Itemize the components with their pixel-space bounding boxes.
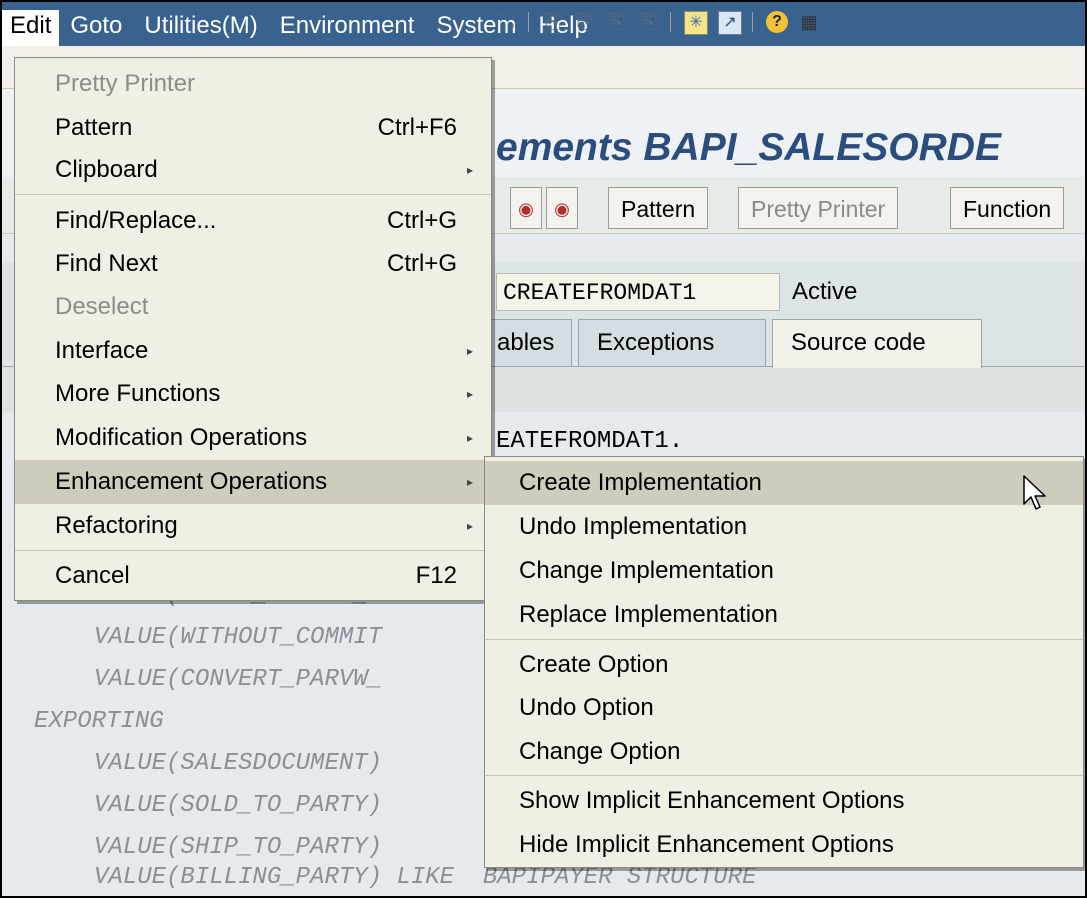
menu-item-find-replace[interactable]: Find/Replace... Ctrl+G — [15, 199, 491, 243]
submenu-arrow-icon: ▸ — [466, 387, 473, 401]
menu-item-create-implementation[interactable]: Create Implementation — [485, 461, 1083, 505]
code-line: VALUE(WITHOUT_COMMIT — [94, 624, 383, 651]
function-module-field[interactable]: CREATEFROMDAT1 — [496, 273, 780, 311]
menu-separator — [485, 775, 1083, 776]
pretty-printer-button[interactable]: Pretty Printer — [738, 187, 899, 229]
menu-item-change-option[interactable]: Change Option — [485, 730, 1083, 774]
menu-separator — [15, 550, 491, 551]
toolbar-separator — [528, 12, 529, 32]
menu-item-undo-implementation[interactable]: Undo Implementation — [485, 505, 1083, 549]
menu-item-interface[interactable]: Interface ▸ — [15, 329, 491, 373]
find-icon[interactable]: ⛶ — [496, 11, 518, 33]
where-used-icon[interactable]: ◉ — [546, 187, 578, 229]
submenu-arrow-icon: ▸ — [466, 163, 473, 177]
menu-separator — [485, 639, 1083, 640]
code-line: VALUE(SOLD_TO_PARTY) — [94, 792, 383, 819]
edit-menu: Pretty Printer Pattern Ctrl+F6 Clipboard… — [14, 57, 492, 601]
code-line: VALUE(SALESDOCUMENT) — [94, 750, 383, 777]
tab-exceptions[interactable]: Exceptions — [578, 319, 766, 367]
status-label: Active — [792, 278, 858, 305]
menu-environment[interactable]: Environment — [269, 10, 426, 46]
menu-edit[interactable]: Edit — [2, 10, 60, 46]
pattern-button[interactable]: Pattern — [608, 187, 709, 229]
toolbar-separator — [752, 12, 753, 32]
toolbar-separator — [670, 12, 671, 32]
menu-item-replace-implementation[interactable]: Replace Implementation — [485, 593, 1083, 637]
menu-item-deselect[interactable]: Deselect — [15, 285, 491, 329]
menu-item-change-implementation[interactable]: Change Implementation — [485, 549, 1083, 593]
submenu-arrow-icon: ▸ — [466, 431, 473, 445]
tab-source-code[interactable]: Source code — [772, 319, 982, 368]
menu-item-refactoring[interactable]: Refactoring ▸ — [15, 504, 491, 548]
menu-item-more-functions[interactable]: More Functions ▸ — [15, 372, 491, 416]
mouse-cursor-icon — [1023, 475, 1046, 510]
sap-window: Edit Goto Utilities(M) Environment Syste… — [0, 0, 1087, 898]
next-page-icon[interactable]: ⎘ — [606, 11, 628, 33]
code-line: VALUE(SHIP_TO_PARTY) — [94, 834, 383, 861]
menu-item-undo-option[interactable]: Undo Option — [485, 686, 1083, 730]
menu-item-find-next[interactable]: Find Next Ctrl+G — [15, 242, 491, 286]
menu-item-pattern[interactable]: Pattern Ctrl+F6 — [15, 106, 491, 150]
menu-separator — [15, 194, 491, 195]
function-button[interactable]: Function — [950, 187, 1065, 229]
enhancement-operations-submenu: Create Implementation Undo Implementatio… — [484, 456, 1084, 868]
help-icon[interactable]: ? — [766, 11, 788, 33]
menu-item-clipboard[interactable]: Clipboard ▸ — [15, 148, 491, 192]
first-page-icon[interactable]: ⎘ — [542, 11, 564, 33]
menu-item-enhancement-operations[interactable]: Enhancement Operations ▸ — [15, 460, 491, 504]
display-object-list-icon[interactable]: ◉ — [510, 187, 542, 229]
submenu-arrow-icon: ▸ — [466, 475, 473, 489]
code-line: VALUE(CONVERT_PARVW_ — [94, 666, 383, 693]
layout-menu-icon[interactable]: ▦ — [798, 11, 820, 33]
submenu-arrow-icon: ▸ — [466, 519, 473, 533]
menu-item-modification-operations[interactable]: Modification Operations ▸ — [15, 416, 491, 460]
new-session-icon[interactable]: ✳ — [684, 11, 708, 35]
menu-item-show-implicit-enhancement-options[interactable]: Show Implicit Enhancement Options — [485, 779, 1083, 823]
code-line: EATEFROMDAT1. — [496, 428, 684, 455]
menu-item-cancel[interactable]: Cancel F12 — [15, 554, 491, 598]
menu-item-pretty-printer[interactable]: Pretty Printer — [15, 62, 491, 106]
menu-goto[interactable]: Goto — [59, 10, 133, 46]
menu-item-hide-implicit-enhancement-options[interactable]: Hide Implicit Enhancement Options — [485, 823, 1083, 867]
code-line: VALUE(BILLING_PARTY) LIKE BAPIPAYER STRU… — [94, 864, 757, 891]
menu-item-create-option[interactable]: Create Option — [485, 643, 1083, 687]
shortcut-icon[interactable]: ↗ — [718, 11, 742, 35]
last-page-icon[interactable]: ⎘ — [638, 11, 660, 33]
code-line: EXPORTING — [34, 708, 164, 735]
previous-page-icon[interactable]: ⎘ — [574, 11, 596, 33]
menu-utilities[interactable]: Utilities(M) — [133, 10, 268, 46]
page-title: ements BAPI_SALESORDE — [496, 126, 1001, 169]
submenu-arrow-icon: ▸ — [466, 344, 473, 358]
